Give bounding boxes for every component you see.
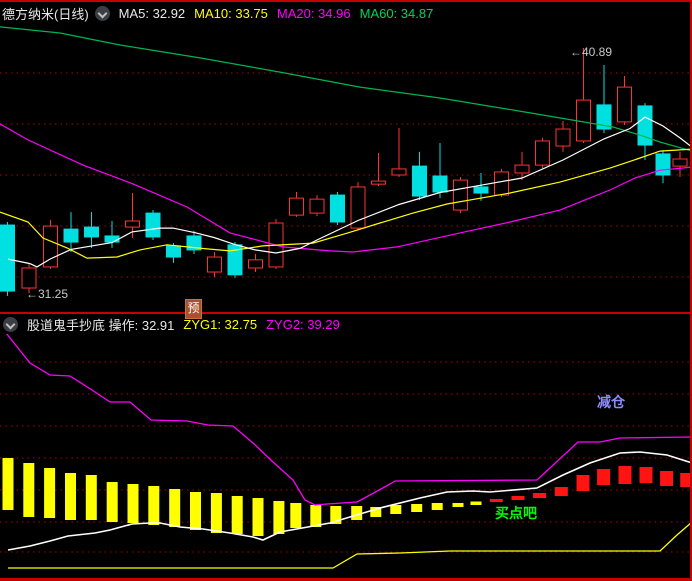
indicator-bar-red (639, 467, 653, 483)
candle-body (309, 198, 325, 214)
indicator-bar-red (660, 471, 674, 486)
indicator-bar-yellow (169, 489, 181, 527)
candle-body (84, 226, 99, 238)
candle-body (0, 224, 15, 292)
indicator-bar-yellow (273, 501, 285, 534)
indicator-bar-yellow (231, 496, 243, 534)
indicator-bar-yellow (106, 482, 118, 522)
stock-app-window: 德方纳米(日线) MA5: 32.92 MA10: 33.75 MA20: 34… (0, 0, 692, 581)
candle-body (535, 140, 550, 166)
indicator-bar-yellow (252, 498, 264, 536)
indicator-bar-red (533, 493, 547, 498)
low-price-label: ←31.25 (26, 287, 69, 301)
candle-body (371, 180, 386, 185)
window-border-top (0, 0, 692, 2)
indicator-bar-yellow (290, 503, 302, 528)
candle-body (637, 105, 653, 146)
ma5-value: MA5: 32.92 (118, 5, 186, 21)
candle-body (350, 186, 366, 229)
candle-body (289, 197, 304, 216)
ma-line-ma20 (0, 123, 692, 253)
candle-body (248, 259, 263, 269)
indicator-bar-yellow (210, 493, 222, 533)
indicator-bar-yellow (23, 463, 35, 517)
lower-band-yellow (8, 521, 692, 569)
buy-point-signal: 买点吧 (495, 505, 537, 521)
indicator-bar-red (597, 469, 611, 485)
ma-line-ma10 (0, 148, 692, 259)
candle-body (617, 86, 632, 123)
candle-body (453, 179, 468, 211)
ma20-value: MA20: 34.96 (276, 5, 351, 21)
candle-body (21, 267, 37, 289)
indicator-name-and-value: 股道鬼手抄底 操作: 32.91 (27, 317, 175, 333)
ma10-value: MA10: 33.75 (194, 5, 268, 21)
indicator-bar-yellow (85, 475, 97, 520)
reduce-position-signal: 减仓 (597, 394, 625, 410)
candle-body (125, 220, 140, 228)
indicator-bar-red (511, 496, 525, 500)
candle-body (63, 228, 79, 243)
candle-body (555, 128, 571, 147)
indicator-bar-yellow (431, 503, 443, 510)
candle-body (494, 171, 509, 196)
candle-body (330, 194, 345, 223)
indicator-bar-yellow (2, 458, 14, 510)
zyg2-value: ZYG2: 39.29 (266, 316, 340, 332)
indicator-bar-yellow (190, 492, 201, 530)
indicator-bar-red (618, 466, 632, 484)
stock-title: 德方纳米(日线) (2, 6, 89, 22)
indicator-bar-yellow (310, 505, 322, 527)
indicator-bar-yellow (148, 486, 160, 525)
chart-canvas[interactable] (0, 0, 692, 581)
indicator-bar-yellow (44, 468, 56, 518)
candle-body (166, 245, 181, 258)
candle-body (473, 186, 489, 194)
indicator-bar-yellow (470, 501, 482, 505)
candle-body (207, 256, 222, 273)
candle-body (655, 153, 671, 176)
indicator-bar-red (554, 487, 568, 496)
candle-body (391, 168, 407, 176)
indicator-bar-yellow (127, 484, 139, 523)
high-price-label: ←40.89 (570, 45, 613, 59)
collapse-pane-icon[interactable] (94, 5, 110, 21)
indicator-bar-yellow (390, 505, 402, 514)
indicator-bar-yellow (65, 473, 76, 520)
candle-body (145, 212, 161, 238)
indicator-pane-header: 股道鬼手抄底 操作: 32.91 ZYG1: 32.75 ZYG2: 39.29 (0, 312, 690, 334)
indicator-bar-yellow (452, 503, 464, 507)
alert-badge[interactable]: 预 (185, 299, 202, 319)
collapse-indicator-icon[interactable] (3, 316, 18, 332)
candle-body (514, 164, 530, 174)
candle-body (672, 158, 688, 167)
price-pane-header: 德方纳米(日线) MA5: 32.92 MA10: 33.75 MA20: 34… (0, 2, 690, 24)
candle-body (104, 235, 120, 243)
candle-body (432, 175, 448, 193)
ma60-value: MA60: 34.87 (359, 5, 434, 21)
indicator-bar-red (489, 499, 503, 502)
indicator-bar-red (576, 475, 590, 491)
candle-body (43, 225, 58, 268)
indicator-bar-yellow (411, 504, 423, 512)
candle-body (412, 165, 427, 197)
